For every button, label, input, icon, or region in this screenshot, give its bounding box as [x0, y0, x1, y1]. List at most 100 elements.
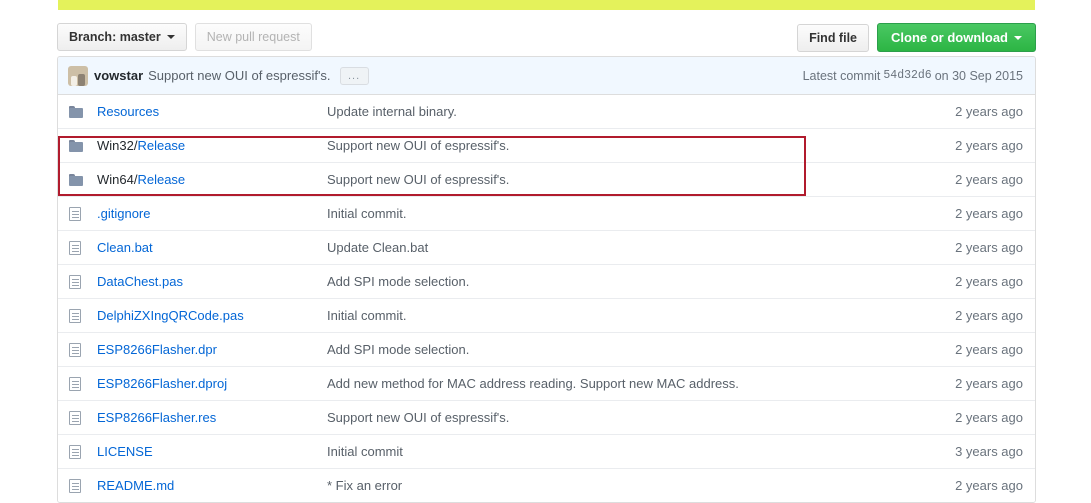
folder-icon — [69, 139, 83, 152]
commit-age-cell: 2 years ago — [955, 376, 1023, 391]
latest-commit-prefix: Latest commit — [802, 68, 881, 83]
row-icon-cell — [58, 376, 97, 391]
file-name-link[interactable]: Clean.bat — [97, 240, 153, 255]
commit-message-cell[interactable]: Update internal binary. — [327, 104, 905, 119]
table-row: ESP8266Flasher.dproj Add new method for M… — [58, 366, 1035, 400]
file-name-text: Resources — [97, 104, 160, 119]
commit-message-cell[interactable]: Add SPI mode selection. — [327, 274, 905, 289]
file-icon — [69, 206, 81, 221]
commit-author-link[interactable]: vowstar — [94, 68, 143, 83]
toolbar-right-group: Find file Clone or download — [797, 23, 1036, 52]
clone-or-download-button[interactable]: Clone or download — [877, 23, 1036, 52]
file-name-text: DataChest.pas — [97, 274, 183, 289]
file-icon — [69, 342, 81, 357]
commit-age-cell: 2 years ago — [955, 240, 1023, 255]
commit-age-cell: 3 years ago — [955, 444, 1023, 459]
file-name-link[interactable]: LICENSE — [97, 444, 153, 459]
commit-message-link[interactable]: Support new OUI of espressif's. — [148, 68, 330, 83]
file-name-link[interactable]: Win32/Release — [97, 138, 185, 153]
commit-age-cell: 2 years ago — [955, 104, 1023, 119]
top-highlight-bar — [58, 0, 1035, 10]
commit-age-cell: 2 years ago — [955, 342, 1023, 357]
commit-message-cell[interactable]: * Fix an error — [327, 478, 905, 493]
table-row: ESP8266Flasher.dpr Add SPI mode selection… — [58, 332, 1035, 366]
file-name-cell: Win64/Release — [97, 172, 327, 187]
file-name-link[interactable]: .gitignore — [97, 206, 150, 221]
file-name-text: Release — [137, 138, 186, 153]
chevron-down-icon — [166, 35, 175, 39]
table-row: Win32/Release Support new OUI of espressi… — [58, 128, 1035, 162]
row-icon-cell — [58, 274, 97, 289]
commit-age-cell: 2 years ago — [955, 206, 1023, 221]
file-icon — [69, 308, 81, 323]
commit-message-cell[interactable]: Update Clean.bat — [327, 240, 905, 255]
row-icon-cell — [58, 206, 97, 221]
commit-age-cell: 2 years ago — [955, 410, 1023, 425]
file-icon — [69, 478, 81, 493]
table-row: Win64/Release Support new OUI of espressi… — [58, 162, 1035, 196]
file-name-text: ESP8266Flasher.res — [97, 410, 217, 425]
table-row: DelphiZXIngQRCode.pas Initial commit. 2 ye… — [58, 298, 1035, 332]
commit-date: 30 Sep 2015 — [952, 68, 1023, 83]
commit-message-cell[interactable]: Support new OUI of espressif's. — [327, 410, 905, 425]
table-row: DataChest.pas Add SPI mode selection. 2 ye… — [58, 264, 1035, 298]
folder-icon — [69, 105, 83, 118]
repository-toolbar: Branch: master New pull request Find fil… — [57, 18, 1036, 56]
table-row: ESP8266Flasher.res Support new OUI of esp… — [58, 400, 1035, 434]
expand-commit-button[interactable]: ... — [339, 66, 369, 85]
file-name-link[interactable]: README.md — [97, 478, 174, 493]
commit-message-cell[interactable]: Support new OUI of espressif's. — [327, 172, 905, 187]
row-icon-cell — [58, 478, 97, 493]
row-icon-cell — [58, 308, 97, 323]
row-icon-cell — [58, 139, 97, 152]
file-name-cell: Resources — [97, 104, 327, 119]
branch-selector-button[interactable]: Branch: master — [57, 23, 187, 51]
table-row: README.md * Fix an error 2 years ago — [58, 468, 1035, 502]
row-icon-cell — [58, 240, 97, 255]
file-name-cell: Clean.bat — [97, 240, 327, 255]
commit-message-cell[interactable]: Add new method for MAC address reading. … — [327, 376, 905, 391]
latest-commit-info: Latest commit 54d32d6 on 30 Sep 2015 — [803, 57, 1023, 94]
file-name-text: ESP8266Flasher.dpr — [97, 342, 217, 357]
new-pull-request-button[interactable]: New pull request — [194, 23, 312, 51]
file-icon — [69, 410, 81, 425]
commit-date-prefix: on — [934, 68, 949, 83]
file-name-link[interactable]: ESP8266Flasher.res — [97, 410, 216, 425]
commit-message-cell[interactable]: Add SPI mode selection. — [327, 342, 905, 357]
row-icon-cell — [58, 410, 97, 425]
row-icon-cell — [58, 105, 97, 118]
commit-message-cell[interactable]: Initial commit — [327, 444, 905, 459]
file-name-text: Clean.bat — [97, 240, 153, 255]
file-name-link[interactable]: Resources — [97, 104, 159, 119]
file-icon — [69, 376, 81, 391]
row-icon-cell — [58, 173, 97, 186]
file-icon — [69, 444, 81, 459]
find-file-button[interactable]: Find file — [797, 23, 869, 52]
commit-age-cell: 2 years ago — [955, 308, 1023, 323]
commit-message-cell[interactable]: Initial commit. — [327, 206, 905, 221]
file-name-cell: ESP8266Flasher.dproj — [97, 376, 327, 391]
file-name-cell: README.md — [97, 478, 327, 493]
file-name-link[interactable]: DataChest.pas — [97, 274, 183, 289]
table-row: Resources Update internal binary. 2 years … — [58, 95, 1035, 128]
row-icon-cell — [58, 342, 97, 357]
commit-sha-link[interactable]: 54d32d6 — [883, 69, 931, 82]
file-name-dir-prefix: Win64/ — [97, 172, 138, 187]
file-name-text: ESP8266Flasher.dproj — [97, 376, 228, 391]
file-name-cell: .gitignore — [97, 206, 327, 221]
file-name-link[interactable]: DelphiZXIngQRCode.pas — [97, 308, 244, 323]
repository-file-browser: Branch: master New pull request Find fil… — [57, 18, 1036, 503]
file-icon — [69, 274, 81, 289]
file-name-link[interactable]: Win64/Release — [97, 172, 185, 187]
file-name-link[interactable]: ESP8266Flasher.dproj — [97, 376, 227, 391]
commit-age-cell: 2 years ago — [955, 274, 1023, 289]
clone-or-download-label: Clone or download — [891, 30, 1008, 45]
file-list-table: vowstar Support new OUI of espressif's. … — [57, 56, 1036, 503]
file-name-cell: LICENSE — [97, 444, 327, 459]
commit-message-cell[interactable]: Support new OUI of espressif's. — [327, 138, 905, 153]
commit-age-cell: 2 years ago — [955, 138, 1023, 153]
file-name-text: README.md — [97, 478, 175, 493]
file-name-link[interactable]: ESP8266Flasher.dpr — [97, 342, 217, 357]
latest-commit-header: vowstar Support new OUI of espressif's. … — [58, 57, 1035, 95]
commit-message-cell[interactable]: Initial commit. — [327, 308, 905, 323]
